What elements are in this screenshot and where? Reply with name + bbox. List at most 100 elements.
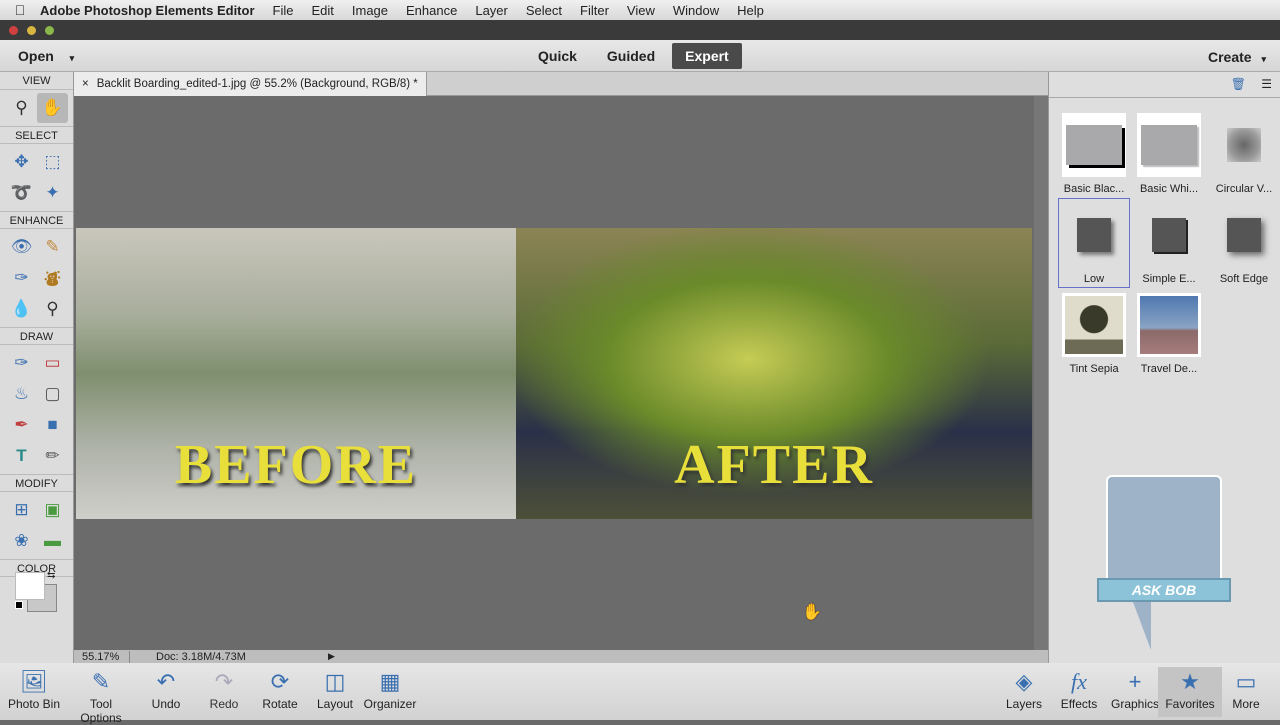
effect-simple-edge[interactable]: Simple E... [1133, 198, 1205, 288]
section-select: SELECT [0, 126, 73, 144]
tab-guided[interactable]: Guided [594, 43, 668, 69]
menu-image[interactable]: Image [352, 3, 388, 18]
eyedropper-icon[interactable]: ✒ [6, 410, 37, 440]
photo-bin-icon: 🖼 [20, 669, 48, 694]
effect-basic-white[interactable]: Basic Whi... [1133, 108, 1205, 198]
zoom-window-button[interactable] [45, 26, 54, 35]
undo-icon: ↶ [156, 669, 176, 694]
effect-low[interactable]: Low [1058, 198, 1130, 288]
lasso-tool-icon[interactable]: ➰ [6, 178, 37, 208]
tab-expert[interactable]: Expert [672, 43, 742, 69]
shape-tool-icon[interactable]: ■ [37, 410, 68, 440]
color-swatches: ⇆ [15, 570, 59, 612]
blur-tool-icon[interactable]: 💧 [6, 294, 37, 324]
gradient-tool-icon[interactable]: ▢ [37, 379, 68, 409]
menu-file[interactable]: File [273, 3, 294, 18]
recompose-tool-icon[interactable]: ▣ [37, 495, 68, 525]
type-tool-icon[interactable]: T [6, 441, 37, 471]
hand-cursor-icon: ✋ [802, 604, 822, 621]
smart-brush-icon[interactable]: ✑ [6, 263, 37, 293]
menu-layer[interactable]: Layer [475, 3, 508, 18]
button-label: Layers [1005, 697, 1043, 711]
marquee-tool-icon[interactable]: ⬚ [37, 147, 68, 177]
hand-tool-icon[interactable]: ✋ [37, 93, 68, 123]
sponge-tool-icon[interactable]: ⚲ [37, 294, 68, 324]
ask-bob-badge[interactable]: ASK BOB [1089, 472, 1239, 652]
chevron-down-icon[interactable]: ▾ [70, 53, 75, 63]
paint-bucket-icon[interactable]: ♨ [6, 379, 37, 409]
document-tab-title: Backlit Boarding_edited-1.jpg @ 55.2% (B… [96, 78, 418, 90]
photo-bin-button[interactable]: 🖼 Photo Bin [2, 667, 66, 711]
button-label: Layout [316, 697, 354, 711]
open-button[interactable]: Open ▾ [18, 48, 74, 64]
document-image: BEFORE AFTER [76, 228, 1032, 519]
apple-icon[interactable]:  [0, 2, 40, 18]
move-tool-icon[interactable]: ✥ [6, 147, 37, 177]
organizer-button[interactable]: ▦ Organizer [358, 667, 422, 711]
quick-selection-tool-icon[interactable]: ✦ [37, 178, 68, 208]
menu-edit[interactable]: Edit [311, 3, 333, 18]
healing-brush-icon[interactable]: ✎ [37, 232, 68, 262]
pencil-tool-icon[interactable]: ✏ [37, 441, 68, 471]
more-button[interactable]: ▭ More [1214, 667, 1278, 711]
menu-view[interactable]: View [627, 3, 655, 18]
bottom-taskbar: 🖼 Photo Bin ✎ Tool Options ↶ Undo ↷ Redo ⟳ Ro… [0, 663, 1280, 725]
straighten-tool-icon[interactable]: ▬ [37, 526, 68, 556]
close-icon[interactable]: × [82, 78, 89, 90]
button-label: Rotate [262, 697, 298, 711]
redo-icon: ↷ [214, 669, 234, 694]
menu-enhance[interactable]: Enhance [406, 3, 457, 18]
ask-bob-label: ASK BOB [1097, 578, 1231, 602]
swap-colors-icon[interactable]: ⇆ [47, 570, 55, 581]
button-label: Redo [209, 697, 239, 711]
button-label: Effects [1060, 697, 1098, 711]
zoom-tool-icon[interactable]: ⚲ [6, 93, 37, 123]
status-menu-arrow-icon[interactable]: ▶ [328, 651, 335, 662]
close-window-button[interactable] [9, 26, 18, 35]
brush-tool-icon[interactable]: ✑ [6, 348, 37, 378]
default-colors-icon[interactable] [15, 601, 23, 609]
document-tab[interactable]: × Backlit Boarding_edited-1.jpg @ 55.2% (… [74, 72, 427, 96]
tool-options-button[interactable]: ✎ Tool Options [69, 667, 133, 725]
foreground-color-swatch[interactable] [15, 572, 45, 600]
crop-tool-icon[interactable]: ⊞ [6, 495, 37, 525]
red-eye-tool-icon[interactable]: 👁 [6, 232, 37, 262]
menu-window[interactable]: Window [673, 3, 719, 18]
effect-travel-destination[interactable]: Travel De... [1133, 288, 1205, 378]
favorites-button[interactable]: ★ Favorites [1158, 667, 1222, 717]
button-label: Graphics [1110, 697, 1160, 711]
document-tabs: × Backlit Boarding_edited-1.jpg @ 55.2% (… [74, 72, 1048, 96]
window-titlebar [0, 20, 1280, 40]
undo-button[interactable]: ↶ Undo [134, 667, 198, 711]
tab-quick[interactable]: Quick [525, 43, 590, 69]
vertical-scrollbar[interactable] [1034, 96, 1048, 650]
menu-select[interactable]: Select [526, 3, 562, 18]
canvas[interactable]: BEFORE AFTER ✋ [74, 96, 1034, 650]
effect-label: Low [1083, 273, 1105, 285]
clone-stamp-icon[interactable]: ⛇ [37, 263, 68, 293]
zoom-level[interactable]: 55.17% [74, 650, 130, 663]
button-label: Photo Bin [7, 697, 61, 711]
menu-help[interactable]: Help [737, 3, 764, 18]
trash-icon[interactable]: 🗑 [1231, 77, 1246, 91]
content-aware-move-icon[interactable]: ❀ [6, 526, 37, 556]
effect-circular-vignette[interactable]: Circular V... [1208, 108, 1280, 198]
app-name[interactable]: Adobe Photoshop Elements Editor [40, 3, 255, 18]
effect-soft-edge[interactable]: Soft Edge [1208, 198, 1280, 288]
panel-menu-icon[interactable]: ☰ [1261, 77, 1272, 91]
create-button[interactable]: Create ▾ [1208, 49, 1266, 65]
minimize-window-button[interactable] [27, 26, 36, 35]
speech-tail-icon [1133, 602, 1151, 650]
effect-tint-sepia[interactable]: Tint Sepia [1058, 288, 1130, 378]
effect-basic-black[interactable]: Basic Blac... [1058, 108, 1130, 198]
tool-options-icon: ✎ [91, 669, 111, 694]
eraser-tool-icon[interactable]: ▭ [37, 348, 68, 378]
effects-button[interactable]: fx Effects [1047, 667, 1111, 711]
top-toolbar: Open ▾ Quick Guided Expert Create ▾ [0, 40, 1280, 72]
tools-panel: VIEW ⚲ ✋ SELECT ✥ ⬚ ➰ ✦ ENHANCE 👁 ✎ ✑ ⛇ 💧 ⚲ DRAW … [0, 72, 74, 663]
menu-filter[interactable]: Filter [580, 3, 609, 18]
after-text: AFTER [674, 434, 874, 496]
effects-panel: 🗑 ☰ Basic Blac... Basic Whi... Circular V… [1048, 72, 1280, 663]
redo-button[interactable]: ↷ Redo [192, 667, 256, 711]
doc-size: Doc: 3.18M/4.73M [156, 650, 246, 663]
